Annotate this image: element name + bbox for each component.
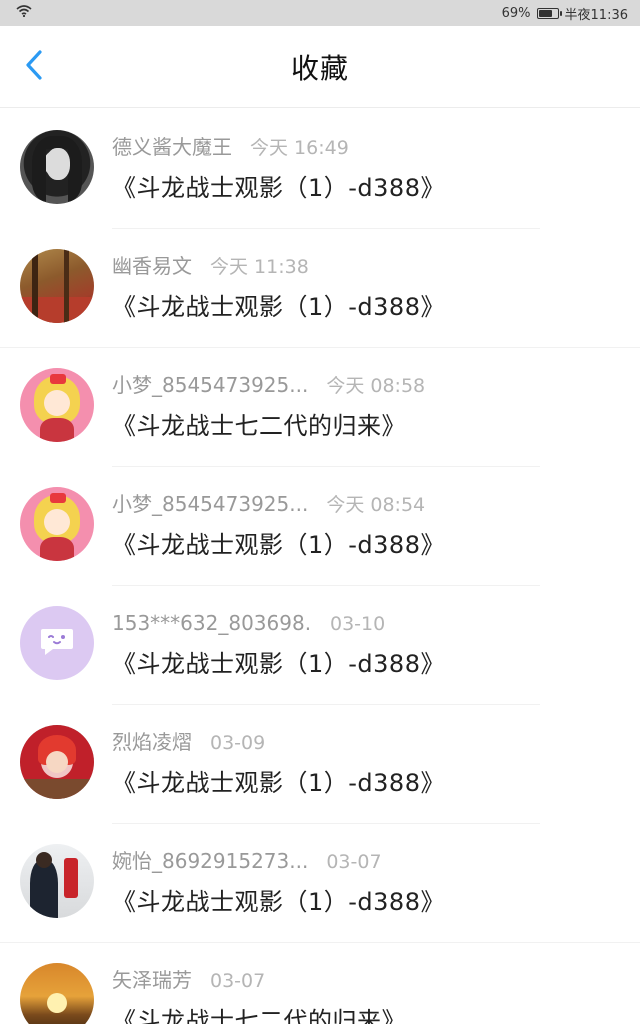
- avatar[interactable]: [20, 844, 94, 918]
- user-name: 幽香易文: [112, 254, 192, 278]
- avatar[interactable]: [20, 487, 94, 561]
- user-name: 矢泽瑞芳: [112, 968, 192, 992]
- avatar[interactable]: [20, 725, 94, 799]
- timestamp: 03-10: [330, 613, 386, 635]
- timestamp: 03-07: [210, 970, 266, 992]
- timestamp: 今天 08:54: [326, 494, 426, 516]
- list-item[interactable]: 婉怡_8692915273... 03-07 《斗龙战士观影（1）-d388》: [0, 824, 640, 943]
- list-item[interactable]: 德义酱大魔王 今天 16:49 《斗龙战士观影（1）-d388》: [0, 110, 640, 229]
- favorite-title: 《斗龙战士七二代的归来》: [112, 412, 406, 440]
- battery-percent: 69%: [501, 5, 531, 21]
- clock: 半夜11:36: [564, 7, 628, 23]
- favorite-title: 《斗龙战士七二代的归来》: [112, 1007, 406, 1024]
- list-item[interactable]: 幽香易文 今天 11:38 《斗龙战士观影（1）-d388》: [0, 229, 640, 348]
- timestamp: 03-09: [210, 732, 266, 754]
- avatar[interactable]: [20, 368, 94, 442]
- list-item[interactable]: 小梦_8545473925... 今天 08:58 《斗龙战士七二代的归来》: [0, 348, 640, 467]
- avatar[interactable]: [20, 963, 94, 1024]
- favorite-title: 《斗龙战士观影（1）-d388》: [112, 769, 445, 797]
- avatar[interactable]: [20, 130, 94, 204]
- avatar[interactable]: [20, 606, 94, 680]
- favorite-title: 《斗龙战士观影（1）-d388》: [112, 888, 445, 916]
- user-name: 小梦_8545473925...: [112, 373, 309, 397]
- header: 收藏: [0, 26, 640, 108]
- favorite-title: 《斗龙战士观影（1）-d388》: [112, 174, 445, 202]
- list-item[interactable]: 小梦_8545473925... 今天 08:54 《斗龙战士观影（1）-d38…: [0, 467, 640, 586]
- user-name: 153***632_803698..: [112, 611, 312, 635]
- favorite-title: 《斗龙战士观影（1）-d388》: [112, 650, 445, 678]
- favorite-title: 《斗龙战士观影（1）-d388》: [112, 293, 445, 321]
- user-name: 婉怡_8692915273...: [112, 849, 309, 873]
- timestamp: 03-07: [326, 851, 382, 873]
- back-button[interactable]: [14, 47, 54, 87]
- user-name: 烈焰凌熠: [112, 730, 192, 754]
- status-bar: 69% 半夜11:36: [0, 0, 640, 26]
- user-name: 德义酱大魔王: [112, 135, 232, 159]
- status-right: 69% 半夜11:36: [502, 4, 628, 23]
- user-name: 小梦_8545473925...: [112, 492, 309, 516]
- avatar[interactable]: [20, 249, 94, 323]
- battery-icon: [536, 7, 562, 19]
- favorite-title: 《斗龙战士观影（1）-d388》: [112, 531, 445, 559]
- favorites-list: 德义酱大魔王 今天 16:49 《斗龙战士观影（1）-d388》 幽香易文 今天…: [0, 110, 640, 1024]
- chat-bubble-icon: [39, 625, 75, 661]
- chevron-left-icon: [24, 49, 44, 85]
- list-item[interactable]: 153***632_803698.. 03-10 《斗龙战士观影（1）-d388…: [0, 586, 640, 705]
- page-title: 收藏: [290, 51, 349, 85]
- list-item[interactable]: 矢泽瑞芳 03-07 《斗龙战士七二代的归来》: [0, 943, 640, 1024]
- timestamp: 今天 16:49: [250, 137, 349, 159]
- wifi-icon: [16, 5, 32, 21]
- list-item[interactable]: 烈焰凌熠 03-09 《斗龙战士观影（1）-d388》: [0, 705, 640, 824]
- timestamp: 今天 11:38: [210, 256, 309, 278]
- timestamp: 今天 08:58: [326, 375, 426, 397]
